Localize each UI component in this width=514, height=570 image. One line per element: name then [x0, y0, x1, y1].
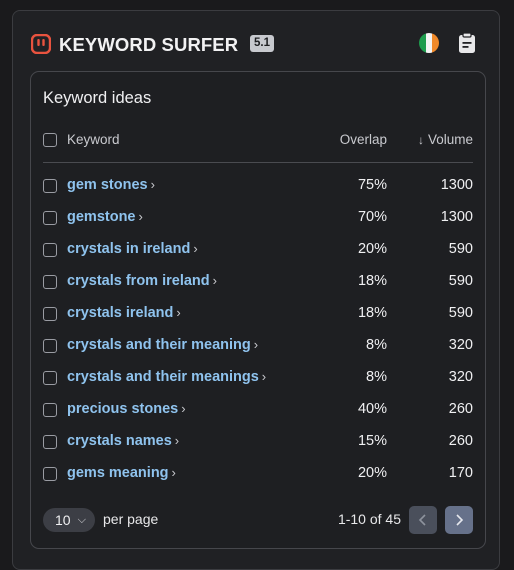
next-page-button[interactable] — [445, 506, 473, 534]
table-row: precious stones › 40% 260 — [43, 396, 473, 428]
row-checkbox[interactable] — [43, 275, 57, 289]
chevron-right-icon: › — [212, 273, 217, 288]
surfer-logo-icon — [31, 34, 51, 54]
volume-value: 1300 — [440, 177, 473, 193]
volume-value: 260 — [448, 401, 473, 417]
keyword-text: crystals and their meaning — [67, 337, 251, 353]
volume-value: 170 — [448, 465, 473, 481]
volume-value: 320 — [448, 337, 473, 353]
keyword-link[interactable]: gemstone › — [67, 209, 143, 225]
keyword-text: crystals in ireland — [67, 241, 191, 257]
keyword-link[interactable]: crystals and their meaning › — [67, 337, 258, 353]
table-row: crystals from ireland › 18% 590 — [43, 268, 473, 300]
overlap-value: 18% — [357, 305, 387, 321]
keyword-table-body: gem stones › 75% 1300 gemstone › 70% 1300 … — [43, 172, 473, 492]
keyword-text: precious stones — [67, 401, 179, 417]
keyword-link[interactable]: gems meaning › — [67, 465, 176, 481]
chevron-right-icon: › — [261, 369, 267, 384]
chevron-right-icon: › — [176, 305, 181, 320]
chevron-left-icon — [418, 514, 426, 526]
row-checkbox[interactable] — [43, 371, 57, 385]
chevron-right-icon: › — [138, 209, 143, 224]
table-row: crystals and their meaning › 8% 320 — [43, 332, 473, 364]
keyword-link[interactable]: gem stones › — [67, 177, 155, 193]
overlap-value: 8% — [366, 369, 387, 385]
per-page-label: per page — [103, 511, 159, 527]
row-checkbox[interactable] — [43, 211, 57, 225]
volume-value: 590 — [448, 305, 473, 321]
keyword-text: gemstone — [67, 209, 136, 225]
volume-value: 590 — [448, 241, 473, 257]
overlap-value: 40% — [357, 401, 387, 417]
row-checkbox[interactable] — [43, 467, 57, 481]
column-volume-label: Volume — [427, 132, 473, 147]
sort-down-icon: ↓ — [417, 133, 424, 147]
pagination-range: 1-10 of 45 — [337, 511, 401, 527]
table-row: gem stones › 75% 1300 — [43, 172, 473, 204]
chevron-right-icon: › — [181, 401, 186, 416]
row-checkbox[interactable] — [43, 243, 57, 257]
pagination-footer: 10 ⌵ per page 1-10 of 45 — [43, 506, 473, 536]
chevron-right-icon: › — [193, 241, 198, 256]
overlap-value: 20% — [357, 241, 387, 257]
keyword-text: crystals names — [67, 433, 172, 449]
column-overlap[interactable]: Overlap — [340, 132, 387, 147]
keyword-link[interactable]: crystals and their meanings › — [67, 369, 266, 385]
keyword-text: gems meaning — [67, 465, 169, 481]
select-all-checkbox[interactable] — [43, 133, 57, 147]
keyword-surfer-panel: KEYWORD SURFER 5.1 Keyword ideas Keyword… — [12, 10, 500, 570]
table-row: crystals and their meanings › 8% 320 — [43, 364, 473, 396]
keyword-link[interactable]: crystals from ireland › — [67, 273, 217, 289]
chevron-right-icon: › — [171, 465, 176, 480]
volume-value: 320 — [448, 369, 473, 385]
keyword-text: crystals from ireland — [67, 273, 210, 289]
row-checkbox[interactable] — [43, 403, 57, 417]
table-row: crystals in ireland › 20% 590 — [43, 236, 473, 268]
column-volume[interactable]: ↓ Volume — [418, 132, 473, 147]
table-row: gems meaning › 20% 170 — [43, 460, 473, 492]
overlap-value: 8% — [366, 337, 387, 353]
chevron-down-icon: ⌵ — [77, 514, 86, 526]
per-page-value: 10 — [55, 512, 71, 528]
volume-value: 260 — [448, 433, 473, 449]
table-row: gemstone › 70% 1300 — [43, 204, 473, 236]
row-checkbox[interactable] — [43, 339, 57, 353]
volume-value: 1300 — [440, 209, 473, 225]
chevron-right-icon: › — [253, 337, 259, 352]
table-header: Keyword Overlap ↓ Volume — [43, 132, 473, 163]
chevron-right-icon: › — [150, 177, 155, 192]
ireland-flag-icon[interactable] — [419, 33, 439, 53]
overlap-value: 70% — [357, 209, 387, 225]
keyword-link[interactable]: crystals names › — [67, 433, 179, 449]
keyword-text: crystals ireland — [67, 305, 174, 321]
row-checkbox[interactable] — [43, 435, 57, 449]
panel-header: KEYWORD SURFER 5.1 — [31, 31, 481, 59]
keyword-link[interactable]: crystals in ireland › — [67, 241, 198, 257]
column-keyword[interactable]: Keyword — [67, 132, 120, 147]
card-title: Keyword ideas — [43, 89, 152, 107]
chevron-right-icon — [456, 514, 464, 526]
version-badge: 5.1 — [250, 35, 274, 52]
per-page-select[interactable]: 10 ⌵ — [43, 508, 95, 532]
table-row: crystals ireland › 18% 590 — [43, 300, 473, 332]
keyword-link[interactable]: crystals ireland › — [67, 305, 181, 321]
notes-icon[interactable] — [458, 32, 476, 54]
previous-page-button[interactable] — [409, 506, 437, 534]
overlap-value: 20% — [357, 465, 387, 481]
table-row: crystals names › 15% 260 — [43, 428, 473, 460]
keyword-link[interactable]: precious stones › — [67, 401, 186, 417]
chevron-right-icon: › — [174, 433, 180, 448]
row-checkbox[interactable] — [43, 307, 57, 321]
app-title: KEYWORD SURFER — [59, 34, 239, 55]
keyword-text: gem stones — [67, 177, 148, 193]
volume-value: 590 — [448, 273, 473, 289]
overlap-value: 15% — [357, 433, 387, 449]
keyword-ideas-card: Keyword ideas Keyword Overlap ↓ Volume ge… — [30, 71, 486, 549]
overlap-value: 75% — [357, 177, 387, 193]
row-checkbox[interactable] — [43, 179, 57, 193]
keyword-text: crystals and their meanings — [67, 369, 259, 385]
overlap-value: 18% — [357, 273, 387, 289]
